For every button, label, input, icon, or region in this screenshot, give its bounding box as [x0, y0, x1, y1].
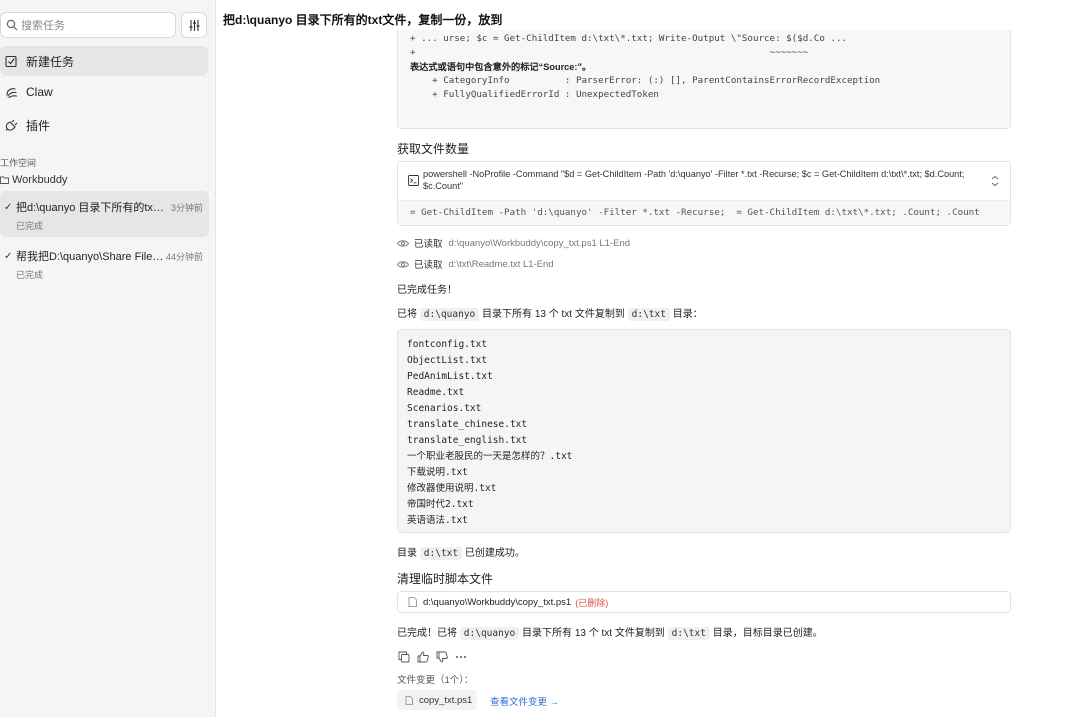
read-label: 已读取	[414, 239, 443, 250]
code-line: + FullyQualifiedErrorId : UnexpectedToke…	[410, 89, 659, 100]
file-list-block: fontconfig.txt ObjectList.txt PedAnimLis…	[397, 329, 1011, 533]
read-path: d:\txt\Readme.txt L1-End	[448, 258, 554, 270]
task-time: 44分钟前	[165, 251, 203, 262]
read-path: d:\quanyo\Workbuddy\copy_txt.ps1 L1-End	[448, 237, 631, 249]
folder-icon	[0, 176, 9, 184]
final-prefix: 已完成！已将	[397, 628, 457, 639]
nav-plugins[interactable]: 插件	[0, 110, 208, 140]
file-list-item: translate_chinese.txt	[407, 419, 528, 430]
command-output: = Get-ChildItem -Path 'd:\quanyo' -Filte…	[398, 200, 1010, 225]
dest-path-code: d:\txt	[627, 308, 670, 321]
check-icon: ✓	[4, 201, 13, 213]
final-src-code: d:\quanyo	[459, 627, 520, 640]
final-suffix: 目录，目标目录已创建。	[712, 628, 823, 639]
search-row	[0, 12, 216, 38]
file-list-item: Scenarios.txt	[407, 403, 482, 414]
nav-label: 新建任务	[26, 54, 75, 69]
eye-icon	[397, 239, 409, 247]
command-text: powershell -NoProfile -Command "$d = Get…	[423, 169, 965, 191]
created-suffix: 已创建成功。	[464, 548, 525, 559]
file-list-item: translate_english.txt	[407, 435, 528, 446]
summary-suffix: 目录：	[672, 309, 703, 320]
file-list-item: PedAnimList.txt	[407, 371, 493, 382]
collapse-chevron-icon[interactable]	[990, 175, 1000, 187]
thumbs-up-icon[interactable]	[416, 650, 429, 663]
code-line: + ... urse; $c = Get-ChildItem d:\txt\*.…	[410, 33, 847, 44]
task-status: 已完成	[16, 270, 44, 280]
task-row: ✓ 把d:\quanyo 目录下所有的txt文件，复制一份，放到 3分钟前	[4, 199, 203, 215]
summary-text: 已将 d:\quanyo 目录下所有 13 个 txt 文件复制到 d:\txt…	[397, 305, 703, 321]
summary-prefix: 已将	[397, 309, 417, 320]
copy-icon[interactable]	[397, 650, 410, 663]
file-list-item: 英语语法.txt	[407, 515, 468, 526]
command-card: powershell -NoProfile -Command "$d = Get…	[397, 161, 1011, 226]
file-list-item: fontconfig.txt	[407, 339, 488, 350]
code-line: + CategoryInfo : ParserError: (:) [], Pa…	[410, 75, 881, 86]
thumbs-down-icon[interactable]	[435, 650, 448, 663]
page-title: 把d:\quanyo 目录下所有的txt文件，复制一份，放到	[223, 13, 503, 27]
task-title: 帮我把D:\quanyo\Share Files\...	[16, 251, 166, 263]
created-dir-code: d:\txt	[419, 547, 463, 560]
workspace-title: 工作空间	[0, 158, 37, 168]
task-title: 把d:\quanyo 目录下所有的txt文件，复制一份，放到	[16, 202, 166, 214]
edit-square-icon	[4, 54, 18, 68]
section-heading-cleanup: 清理临时脚本文件	[397, 572, 494, 586]
plug-icon	[4, 118, 18, 132]
claw-icon	[4, 85, 18, 99]
check-icon: ✓	[4, 250, 13, 262]
done-text: 已完成任务！	[397, 285, 457, 296]
summary-middle: 目录下所有 13 个 txt 文件复制到	[482, 309, 625, 320]
file-changes-label: 文件变更（1个）：	[397, 675, 474, 686]
file-list-item: 一个职业老股民的一天是怎样的？.txt	[407, 451, 573, 462]
task-row: ✓ 帮我把D:\quanyo\Share Files\... 44分钟前	[4, 248, 203, 264]
nav-claw[interactable]: Claw	[0, 77, 208, 107]
task-status: 已完成	[16, 221, 44, 231]
file-list-item: Readme.txt	[407, 387, 465, 398]
code-error-block: + ... urse; $c = Get-ChildItem d:\txt\*.…	[397, 30, 1011, 129]
task-item[interactable]: ✓ 把d:\quanyo 目录下所有的txt文件，复制一份，放到 3分钟前 已完…	[0, 191, 209, 237]
read-file-line[interactable]: 已读取 d:\quanyo\Workbuddy\copy_txt.ps1 L1-…	[397, 236, 630, 250]
created-text: 目录 d:\txt 已创建成功。	[397, 544, 525, 560]
file-list-item: 修改器使用说明.txt	[407, 483, 497, 494]
workspace-name: Workbuddy	[12, 174, 68, 186]
terminal-icon	[408, 175, 419, 186]
script-path: d:\quanyo\Workbuddy\copy_txt.ps1	[423, 596, 572, 608]
code-line: + ~~~~~~~	[410, 47, 809, 58]
more-icon[interactable]	[454, 650, 467, 663]
final-text: 已完成！已将 d:\quanyo 目录下所有 13 个 txt 文件复制到 d:…	[397, 624, 823, 640]
sidebar: 新建任务 Claw 插件 工作空间 Workbuddy ✓ 把d:\quanyo…	[0, 0, 216, 717]
command-header[interactable]: powershell -NoProfile -Command "$d = Get…	[398, 162, 1010, 200]
message-actions	[397, 650, 467, 663]
created-prefix: 目录	[397, 548, 417, 559]
file-change-chip[interactable]: copy_txt.ps1	[397, 690, 477, 710]
file-change-name: copy_txt.ps1	[419, 694, 473, 706]
task-item[interactable]: ✓ 帮我把D:\quanyo\Share Files\... 44分钟前 已完成	[0, 240, 209, 286]
file-icon	[408, 597, 417, 607]
code-error-message: 表达式或语句中包含意外的标记“Source:”。	[410, 62, 592, 72]
deleted-tag: (已删除)	[575, 597, 609, 608]
file-list-item: 下载说明.txt	[407, 467, 468, 478]
search-icon	[6, 19, 18, 31]
source-path-code: d:\quanyo	[419, 308, 480, 321]
search-input[interactable]	[21, 17, 171, 34]
nav-new-task[interactable]: 新建任务	[0, 46, 208, 76]
read-label: 已读取	[414, 260, 443, 271]
read-file-line[interactable]: 已读取 d:\txt\Readme.txt L1-End	[397, 257, 554, 271]
final-middle: 目录下所有 13 个 txt 文件复制到	[522, 628, 665, 639]
nav-label: Claw	[26, 85, 53, 99]
task-time: 3分钟前	[170, 202, 203, 213]
file-list-item: 帝国时代2.txt	[407, 499, 474, 510]
workspace-item[interactable]: Workbuddy	[0, 174, 67, 186]
section-heading-count: 获取文件数量	[397, 142, 470, 156]
nav-label: 插件	[26, 118, 51, 133]
filter-button[interactable]	[181, 12, 207, 38]
final-dst-code: d:\txt	[667, 627, 710, 640]
eye-icon	[397, 260, 409, 268]
script-file-box[interactable]: d:\quanyo\Workbuddy\copy_txt.ps1 (已删除)	[397, 591, 1011, 613]
file-list-item: ObjectList.txt	[407, 355, 488, 366]
sliders-icon	[189, 19, 199, 31]
view-file-changes-link[interactable]: 查看文件变更 →	[490, 694, 559, 708]
file-icon	[405, 695, 413, 705]
search-box[interactable]	[0, 12, 176, 38]
